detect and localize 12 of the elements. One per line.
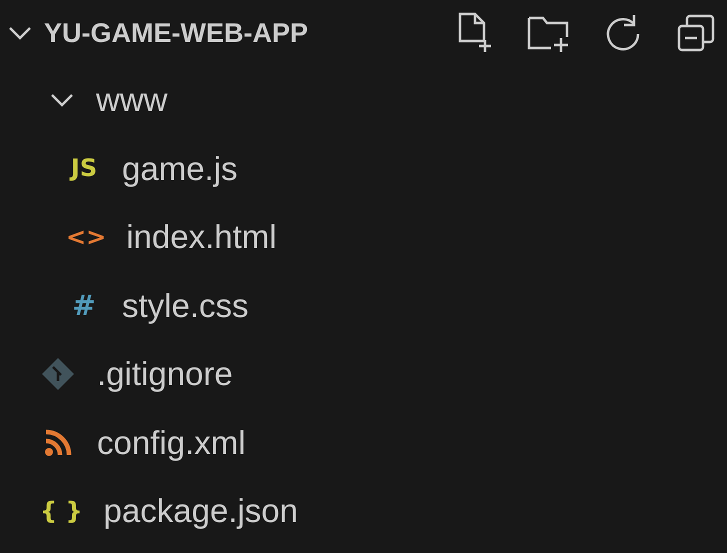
file-name[interactable]: style.css: [122, 286, 249, 325]
file-name[interactable]: config.xml: [97, 424, 246, 462]
folder-name[interactable]: www: [96, 81, 168, 120]
file-name[interactable]: package.json: [104, 492, 298, 530]
project-title[interactable]: YU-GAME-WEB-APP: [44, 18, 423, 48]
file-type-icon: JS: [66, 154, 102, 184]
file-type-icon: #: [66, 288, 102, 323]
file-type-icon: { }: [40, 496, 83, 526]
file-name[interactable]: index.html: [126, 218, 277, 256]
file-type-icon: <>: [66, 222, 106, 252]
file-name[interactable]: game.js: [122, 150, 238, 188]
file-name[interactable]: .gitignore: [97, 355, 233, 394]
